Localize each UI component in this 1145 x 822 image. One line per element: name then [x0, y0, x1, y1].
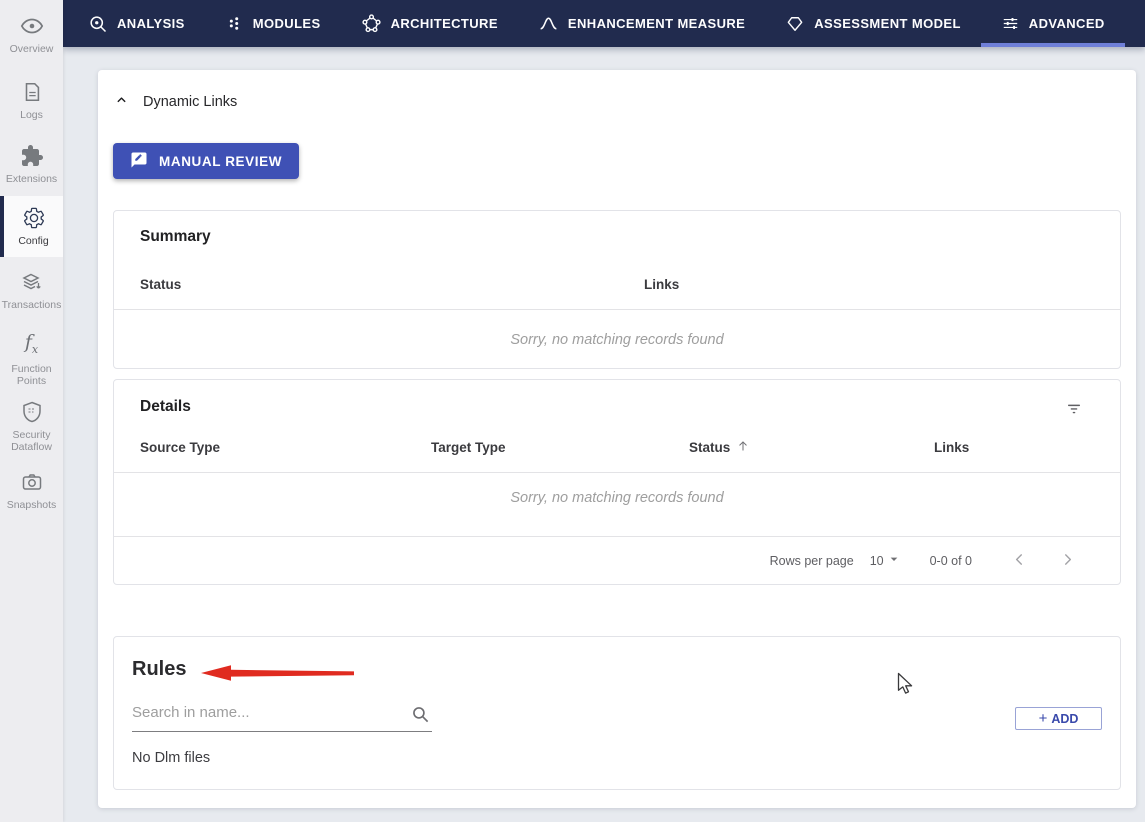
puzzle-icon [20, 144, 44, 168]
summary-card: Summary Status Links Sorry, no matching … [113, 210, 1121, 369]
details-title: Details [140, 398, 191, 415]
column-label: Status [689, 440, 731, 455]
summary-column-status[interactable]: Status [114, 277, 618, 292]
sidebar-item-security-dataflow[interactable]: Security Dataflow [0, 400, 63, 453]
details-pagination: Rows per page 10 0-0 of 0 [114, 536, 1120, 584]
diamond-icon [785, 14, 805, 34]
tab-architecture[interactable]: ARCHITECTURE [341, 0, 518, 47]
section-title: Dynamic Links [143, 94, 238, 110]
curve-peak-icon [538, 13, 559, 34]
sidebar-item-function-points[interactable]: fx Function Points [0, 331, 63, 387]
tab-analysis[interactable]: ANALYSIS [68, 0, 205, 47]
rate-review-icon [130, 151, 148, 172]
rules-search-input[interactable] [132, 701, 404, 724]
summary-empty-message: Sorry, no matching records found [510, 332, 724, 348]
gear-icon [22, 206, 46, 230]
rows-per-page-label: Rows per page [769, 553, 854, 568]
dots-grid-icon [225, 14, 244, 33]
rules-search-field [132, 701, 432, 732]
column-label: Links [644, 277, 680, 292]
add-button-label: ADD [1051, 711, 1079, 726]
sidebar-item-label: Transactions [1, 299, 62, 311]
rows-per-page-value: 10 [869, 553, 884, 568]
summary-title: Summary [140, 228, 211, 245]
rules-empty-message: No Dlm files [132, 750, 211, 766]
sidebar-item-label: Config [18, 235, 49, 247]
content-panel: Dynamic Links MANUAL REVIEW Summary Stat… [98, 70, 1136, 808]
pagination-range: 0-0 of 0 [929, 553, 972, 568]
rows-per-page-select[interactable]: 10 [870, 551, 902, 570]
top-navbar: ANALYSIS MODULES ARCHITECTURE ENHANCEMEN… [63, 0, 1145, 47]
filter-list-icon[interactable] [1065, 400, 1083, 423]
previous-page-button[interactable] [1006, 548, 1032, 574]
plus-icon: + [1038, 710, 1048, 727]
summary-header-row: Status Links [114, 277, 1120, 310]
details-card: Details Source Type Target Type Status L… [113, 379, 1121, 585]
next-page-button[interactable] [1054, 548, 1080, 574]
details-header-row: Source Type Target Type Status Links [114, 439, 1120, 473]
column-label: Source Type [140, 440, 221, 455]
tab-enhancement-measure[interactable]: ENHANCEMENT MEASURE [518, 0, 765, 47]
fx-icon: fx [24, 331, 39, 356]
shield-icon [20, 400, 44, 424]
tab-assessment-model[interactable]: ASSESSMENT MODEL [765, 0, 981, 47]
details-column-status-sorted[interactable]: Status [663, 439, 908, 456]
rules-title: Rules [132, 658, 187, 680]
sidebar-item-snapshots[interactable]: Snapshots [0, 470, 63, 511]
tab-label: ARCHITECTURE [390, 16, 498, 31]
search-icon[interactable] [411, 705, 430, 729]
tab-modules[interactable]: MODULES [205, 0, 341, 47]
sidebar-item-extensions[interactable]: Extensions [0, 144, 63, 185]
sort-ascending-arrow-icon [736, 439, 750, 456]
add-rule-button[interactable]: + ADD [1015, 707, 1102, 730]
sidebar-item-label: Extensions [5, 173, 58, 185]
details-column-target-type[interactable]: Target Type [405, 439, 663, 456]
chevron-right-icon [1059, 551, 1076, 571]
details-column-source-type[interactable]: Source Type [114, 439, 405, 456]
tab-label: ASSESSMENT MODEL [814, 16, 961, 31]
tab-advanced[interactable]: ADVANCED [981, 0, 1125, 47]
chevron-left-icon [1011, 551, 1028, 571]
tab-label: ENHANCEMENT MEASURE [567, 16, 746, 31]
column-label: Status [140, 277, 182, 292]
sidebar-item-config[interactable]: Config [0, 196, 63, 257]
camera-icon [20, 470, 44, 494]
sidebar-item-transactions[interactable]: Transactions [0, 270, 63, 311]
details-column-links[interactable]: Links [908, 439, 1120, 456]
dropdown-caret-icon [886, 551, 902, 570]
manual-review-button[interactable]: MANUAL REVIEW [113, 143, 300, 179]
summary-column-links[interactable]: Links [618, 277, 1122, 292]
chevron-up-icon [115, 93, 128, 111]
sidebar-item-label: Security Dataflow [11, 429, 52, 453]
column-label: Links [934, 440, 970, 455]
left-sidebar: Overview Logs Extensions Config Transact… [0, 0, 63, 822]
tab-label: ANALYSIS [117, 16, 185, 31]
network-nodes-icon [361, 13, 382, 34]
sidebar-item-label: Logs [20, 109, 43, 121]
sidebar-item-overview[interactable]: Overview [0, 14, 63, 55]
layers-down-icon [20, 270, 44, 294]
details-empty-message: Sorry, no matching records found [510, 490, 724, 506]
sidebar-item-logs[interactable]: Logs [0, 80, 63, 121]
red-annotation-arrow [199, 663, 355, 688]
manual-review-label: MANUAL REVIEW [159, 153, 283, 169]
sidebar-item-label: Snapshots [6, 499, 57, 511]
tab-label: ADVANCED [1028, 16, 1105, 31]
column-label: Target Type [431, 440, 506, 455]
dynamic-links-section-toggle[interactable]: Dynamic Links [115, 93, 237, 111]
magnifier-code-icon [88, 14, 108, 34]
eye-icon [20, 14, 44, 38]
sidebar-item-label: Function Points [11, 363, 52, 387]
sidebar-item-label: Overview [9, 43, 54, 55]
rules-card: Rules + ADD No Dlm files [113, 636, 1121, 790]
document-icon [21, 80, 43, 104]
tune-sliders-icon [1001, 14, 1020, 33]
tab-label: MODULES [252, 16, 321, 31]
